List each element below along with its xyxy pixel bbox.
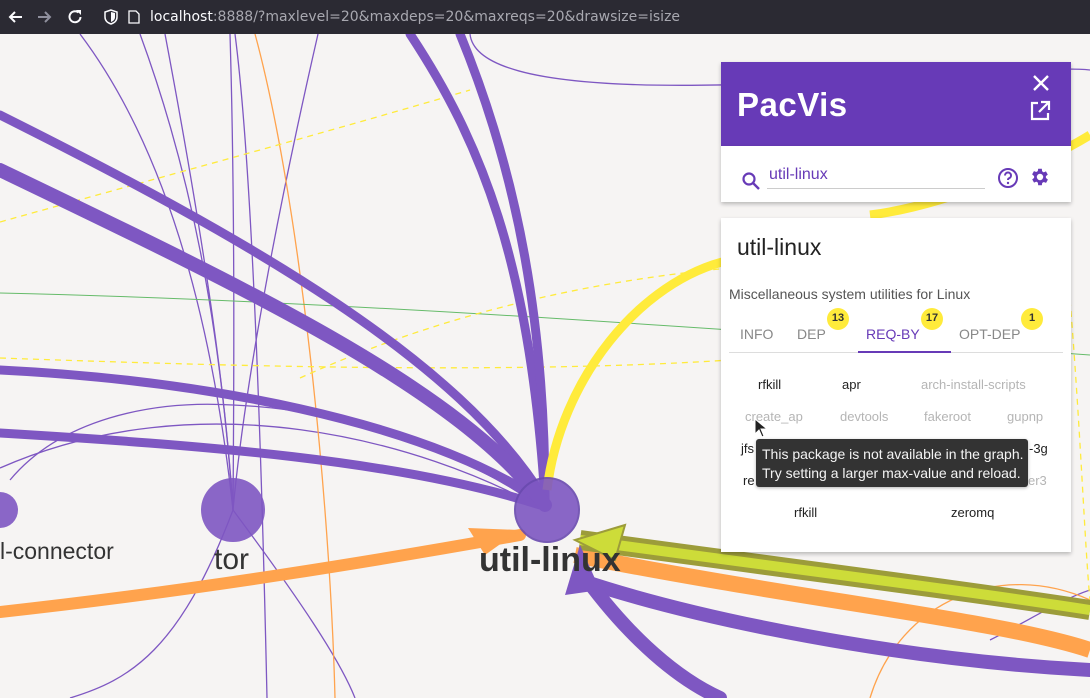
forward-button[interactable] — [30, 0, 60, 34]
tab-badge: 1 — [1021, 308, 1043, 330]
active-tab-indicator — [858, 351, 951, 353]
reload-icon — [68, 10, 82, 24]
reload-button[interactable] — [60, 0, 90, 34]
url-rest: :8888/?maxlevel=20&maxdeps=20&maxreqs=20… — [212, 9, 681, 25]
close-button[interactable] — [1031, 74, 1051, 94]
tooltip-line: This package is not available in the gra… — [762, 446, 1024, 462]
tab-label: INFO — [740, 326, 774, 342]
open-in-new-icon[interactable] — [1029, 100, 1051, 122]
search-card — [721, 146, 1071, 202]
help-icon[interactable] — [997, 167, 1019, 189]
page-icon — [128, 10, 140, 24]
tab-dep[interactable]: DEP 13 — [787, 308, 853, 352]
tab-badge: 17 — [921, 308, 943, 330]
address-bar[interactable]: localhost:8888/?maxlevel=20&maxdeps=20&m… — [96, 5, 1086, 29]
gear-icon[interactable] — [1029, 166, 1051, 188]
graph-edge — [542, 255, 731, 491]
graph-edge — [229, 34, 235, 511]
tab-req-by[interactable]: REQ-BY 17 — [858, 308, 951, 353]
graph-edge — [232, 34, 319, 511]
node-label[interactable]: l-connector — [0, 538, 114, 565]
node-label[interactable]: tor — [214, 543, 249, 577]
package-description: Miscellaneous system utilities for Linux — [729, 286, 971, 302]
req-by-link[interactable]: re — [743, 473, 755, 488]
arrow-right-icon — [38, 11, 52, 23]
graph-node — [0, 492, 18, 528]
package-info-card: util-linux Miscellaneous system utilitie… — [721, 218, 1071, 552]
app-title: PacVis — [737, 86, 848, 123]
tab-label: DEP — [797, 326, 826, 342]
req-by-link[interactable]: fakeroot — [924, 409, 971, 424]
tab-label: OPT-DEP — [959, 326, 1021, 342]
close-icon — [1033, 75, 1049, 91]
req-by-link[interactable]: er3 — [1028, 473, 1047, 488]
graph-edge — [234, 34, 268, 698]
req-by-link[interactable]: devtools — [840, 409, 888, 424]
tab-label: REQ-BY — [866, 326, 920, 342]
graph-node — [201, 478, 265, 542]
graph-edge — [1069, 299, 1090, 601]
graph-edge — [232, 509, 356, 698]
shield-icon[interactable] — [104, 9, 118, 25]
req-by-link[interactable]: apr — [842, 377, 861, 392]
tab-badge: 13 — [827, 308, 849, 330]
package-name: util-linux — [737, 234, 822, 260]
url-host: localhost — [150, 9, 213, 25]
req-by-link[interactable]: arch-install-scripts — [921, 377, 1026, 392]
graph-node — [514, 477, 580, 543]
arrow-left-icon — [8, 11, 22, 23]
req-by-link[interactable]: zeromq — [951, 505, 994, 520]
tooltip: This package is not available in the gra… — [756, 439, 1028, 487]
node-label[interactable]: util-linux — [479, 541, 621, 580]
search-icon — [742, 172, 760, 190]
mouse-cursor-icon — [754, 418, 768, 438]
req-by-link[interactable]: jfs — [741, 441, 754, 456]
tooltip-line: Try setting a larger max-value and reloa… — [762, 465, 1021, 481]
browser-toolbar: localhost:8888/?maxlevel=20&maxdeps=20&m… — [0, 0, 1090, 34]
req-by-link[interactable]: -3g — [1029, 441, 1048, 456]
req-by-link[interactable]: rfkill — [758, 377, 781, 392]
pacvis-header: PacVis — [721, 62, 1071, 146]
graph-edge — [573, 563, 727, 698]
graph-edge — [0, 428, 545, 510]
tab-info[interactable]: INFO — [729, 310, 787, 352]
req-by-link[interactable]: rfkill — [794, 505, 817, 520]
tab-bar: INFO DEP 13 REQ-BY 17 OPT-DEP 1 — [729, 308, 1063, 353]
tab-opt-dep[interactable]: OPT-DEP 1 — [951, 308, 1063, 352]
url-text[interactable]: localhost:8888/?maxlevel=20&maxdeps=20&m… — [150, 9, 680, 25]
req-by-link[interactable]: gupnp — [1007, 409, 1043, 424]
search-input[interactable] — [767, 162, 985, 189]
back-button[interactable] — [0, 0, 30, 34]
